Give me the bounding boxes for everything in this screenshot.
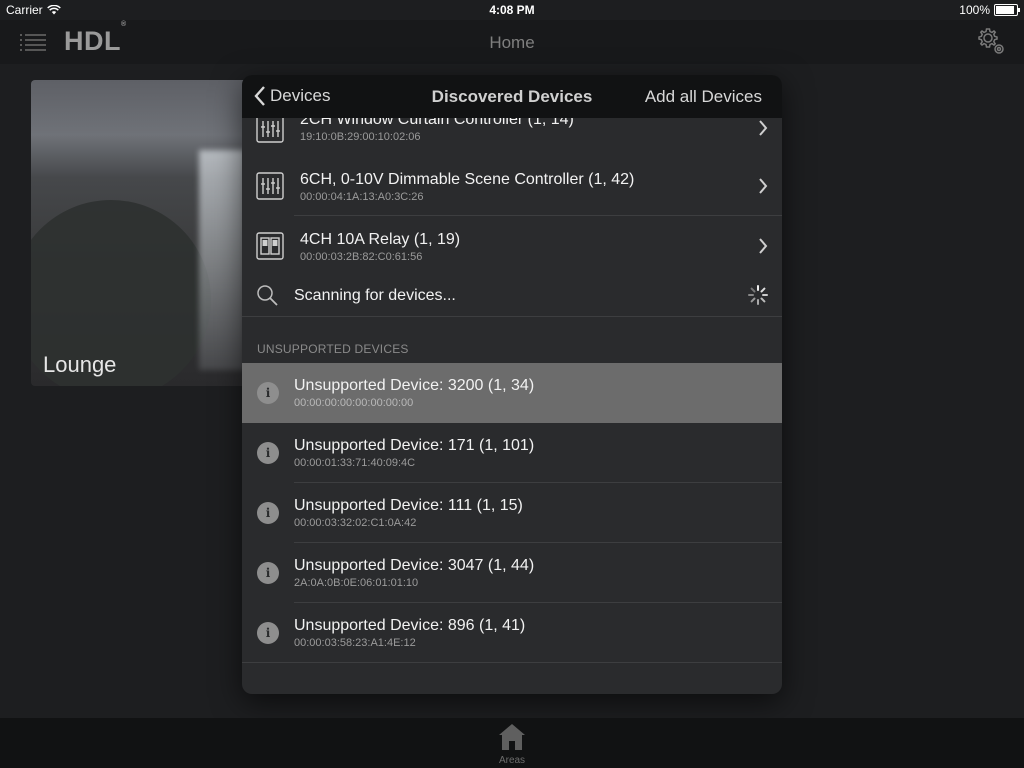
- battery-group: 100%: [959, 3, 1020, 17]
- popover-nav-bar: Devices Discovered Devices Add all Devic…: [242, 75, 782, 118]
- device-mac: 2A:0A:0B:0E:06:01:01:10: [294, 577, 419, 589]
- app-bar: HDL® Home: [0, 20, 1024, 64]
- device-mac: 19:10:0B:29:00:10:02:06: [300, 131, 421, 143]
- chevron-right-icon: [759, 238, 768, 254]
- area-card-lounge[interactable]: Lounge: [31, 80, 261, 386]
- scanning-row: Scanning for devices...: [242, 275, 782, 317]
- area-image-waterfall: [199, 150, 245, 370]
- scene-controller-icon: [256, 172, 284, 200]
- curtain-controller-icon: [256, 115, 284, 143]
- info-icon: i: [257, 382, 279, 404]
- loading-spinner-icon: [748, 285, 768, 305]
- device-name: Unsupported Device: 3047 (1, 44): [294, 557, 535, 574]
- info-icon: i: [257, 562, 279, 584]
- unsupported-device-row[interactable]: i Unsupported Device: 3200 (1, 34) 00:00…: [242, 363, 782, 423]
- info-icon: i: [257, 622, 279, 644]
- tab-areas-label: Areas: [498, 755, 526, 766]
- unsupported-device-row[interactable]: i Unsupported Device: 3047 (1, 44) 2A:0A…: [242, 543, 782, 603]
- home-icon: [499, 724, 525, 750]
- device-mac: 00:00:04:1A:13:A0:3C:26: [300, 191, 424, 203]
- battery-icon: [994, 4, 1020, 16]
- search-icon: [257, 285, 278, 306]
- device-name: Unsupported Device: 111 (1, 15): [294, 497, 523, 514]
- info-icon: i: [257, 442, 279, 464]
- device-mac: 00:00:03:32:02:C1:0A:42: [294, 517, 417, 529]
- battery-percent: 100%: [959, 3, 990, 17]
- status-bar: Carrier 4:08 PM 100%: [0, 0, 1024, 20]
- unsupported-device-row[interactable]: i Unsupported Device: 111 (1, 15) 00:00:…: [242, 483, 782, 543]
- scanning-label: Scanning for devices...: [294, 287, 456, 304]
- device-row[interactable]: 4CH 10A Relay (1, 19) 00:00:03:2B:82:C0:…: [242, 216, 782, 276]
- device-name: Unsupported Device: 896 (1, 41): [294, 617, 526, 634]
- device-mac: 00:00:03:58:23:A1:4E:12: [294, 637, 416, 649]
- unsupported-device-row[interactable]: i Unsupported Device: 171 (1, 101) 00:00…: [242, 423, 782, 483]
- device-mac: 00:00:00:00:00:00:00:00: [294, 397, 414, 409]
- status-time: 4:08 PM: [489, 3, 535, 17]
- device-name: Unsupported Device: 171 (1, 101): [294, 437, 535, 454]
- chevron-right-icon: [759, 178, 768, 194]
- device-row[interactable]: 6CH, 0-10V Dimmable Scene Controller (1,…: [242, 156, 782, 216]
- device-name: 4CH 10A Relay (1, 19): [300, 231, 461, 248]
- page-title: Home: [489, 33, 535, 52]
- device-name: 6CH, 0-10V Dimmable Scene Controller (1,…: [300, 171, 635, 188]
- tab-areas[interactable]: Areas: [492, 722, 532, 766]
- device-name: Unsupported Device: 3200 (1, 34): [294, 377, 535, 394]
- add-all-devices-button[interactable]: Add all Devices: [645, 87, 762, 107]
- area-name: Lounge: [43, 352, 117, 377]
- chevron-right-icon: [759, 120, 768, 136]
- relay-icon: [256, 232, 284, 260]
- info-icon: i: [257, 502, 279, 524]
- device-mac: 00:00:03:2B:82:C0:61:56: [300, 251, 423, 263]
- unsupported-devices-header: UNSUPPORTED DEVICES: [257, 342, 409, 356]
- unsupported-device-row[interactable]: i Unsupported Device: 896 (1, 41) 00:00:…: [242, 603, 782, 663]
- tab-bar: Areas: [0, 718, 1024, 768]
- discovered-devices-popover: 2CH Window Curtain Controller (1, 14) 19…: [242, 75, 782, 694]
- device-mac: 00:00:01:33:71:40:09:4C: [294, 457, 416, 469]
- settings-gear-icon[interactable]: [976, 26, 1006, 56]
